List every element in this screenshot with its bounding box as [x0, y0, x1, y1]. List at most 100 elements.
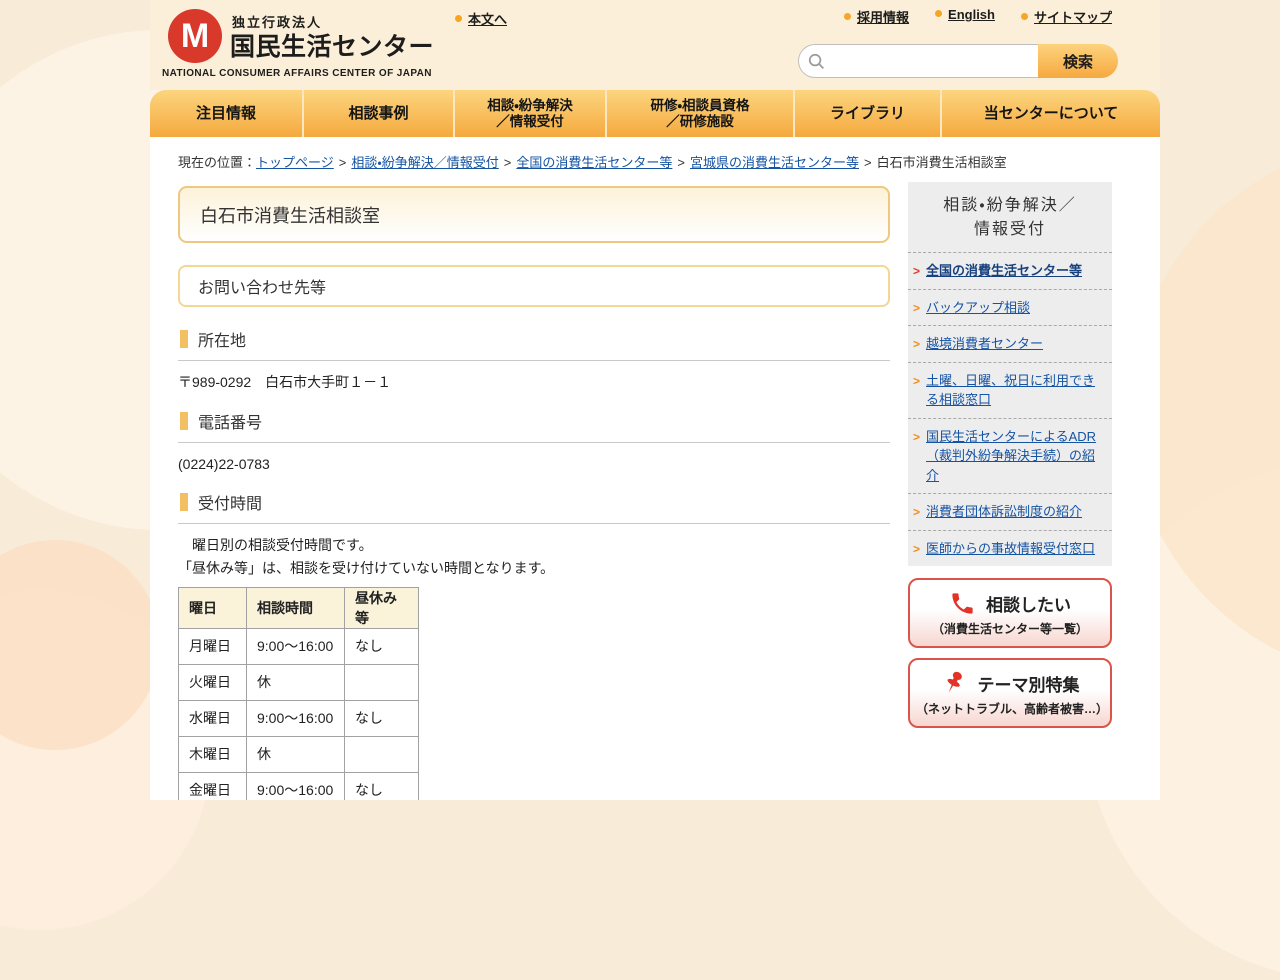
tab-training-qualification[interactable]: 研修・相談員資格 ／研修施設 — [605, 90, 793, 137]
sidebar-item-label[interactable]: 国民生活センターによるADR（裁判外紛争解決手続）の紹介 — [926, 427, 1106, 486]
tab-about-center[interactable]: 当センターについて — [940, 90, 1160, 137]
sidebar-item-cross-border[interactable]: > 越境消費者センター — [908, 325, 1112, 362]
breadcrumb-separator: > — [338, 155, 347, 170]
sidebar-item-backup-consultation[interactable]: > バックアップ相談 — [908, 288, 1112, 326]
cell-lunch — [344, 663, 419, 701]
tab-label: 当センターについて — [983, 104, 1119, 122]
table-header-row: 曜日 相談時間 昼休み等 — [178, 586, 419, 629]
banner-title-row: テーマ別特集 — [916, 670, 1104, 697]
table-row: 月曜日 9:00～16:00 なし — [178, 627, 419, 665]
sidebar: 相談・紛争解決／ 情報受付 > 全国の消費生活センター等 > バックアップ相談 … — [908, 182, 1112, 728]
breadcrumb-link-national-centers[interactable]: 全国の消費生活センター等 — [516, 155, 672, 170]
phone-section-heading: 電話番号 — [178, 409, 890, 443]
sidebar-item-label[interactable]: 全国の消費生活センター等 — [926, 261, 1082, 281]
chevron-icon: > — [913, 373, 921, 388]
hours-section-heading: 受付時間 — [178, 490, 890, 525]
utility-links: 採用情報 English サイトマップ — [844, 7, 1112, 26]
tab-label: 相談・紛争解決 ／情報受付 — [487, 97, 573, 129]
sidebar-item-label[interactable]: 土曜、日曜、祝日に利用できる相談窓口 — [926, 371, 1106, 410]
org-name-en-label: NATIONAL CONSUMER AFFAIRS CENTER OF JAPA… — [162, 68, 432, 79]
cell-time: 休 — [246, 663, 345, 701]
sidebar-item-label[interactable]: 消費者団体訴訟制度の紹介 — [926, 502, 1082, 522]
chevron-icon: > — [913, 429, 921, 444]
skip-to-content-link[interactable]: 本文へ — [455, 9, 507, 28]
banner-theme-title: テーマ別特集 — [977, 676, 1080, 695]
breadcrumb-separator: > — [503, 155, 512, 170]
breadcrumb-separator: > — [864, 155, 872, 170]
banner-theme-features[interactable]: テーマ別特集 （ネットトラブル、高齢者被害…） — [908, 658, 1112, 728]
skip-link-label: 本文へ — [468, 12, 508, 27]
sidebar-item-doctor-accident-report[interactable]: > 医師からの事故情報受付窓口 — [908, 529, 1112, 567]
search-button[interactable]: 検索 — [1038, 44, 1118, 78]
page-column: M 独立行政法人 国民生活センター NATIONAL CONSUMER AFFA… — [150, 0, 1160, 800]
tab-case-examples[interactable]: 相談事例 — [302, 90, 453, 137]
sidebar-item-consumer-group-litigation[interactable]: > 消費者団体訴訟制度の紹介 — [908, 493, 1112, 530]
sidebar-item-national-centers[interactable]: > 全国の消費生活センター等 — [908, 252, 1112, 289]
table-row: 水曜日 9:00～16:00 なし — [178, 699, 419, 737]
site-search: 検索 — [798, 44, 1118, 78]
col-header-time: 相談時間 — [246, 586, 345, 629]
breadcrumb-link-miyagi-centers[interactable]: 宮城県の消費生活センター等 — [690, 155, 859, 170]
pushpin-icon — [947, 671, 962, 693]
search-input[interactable] — [831, 46, 1031, 76]
sidebar-item-adr[interactable]: > 国民生活センターによるADR（裁判外紛争解決手続）の紹介 — [908, 417, 1112, 494]
cell-lunch: なし — [344, 699, 419, 737]
site-logo[interactable]: M 独立行政法人 国民生活センター NATIONAL CONSUMER AFFA… — [162, 6, 462, 86]
breadcrumb-link-home[interactable]: トップページ — [256, 155, 334, 170]
sidebar-item-label[interactable]: バックアップ相談 — [926, 298, 1030, 318]
tab-label: ライブラリ — [829, 104, 905, 122]
reception-hours-table: 曜日 相談時間 昼休み等 月曜日 9:00～16:00 なし 火曜日 休 水曜日… — [178, 586, 419, 800]
contact-heading: お問い合わせ先等 — [178, 265, 890, 307]
banner-consult[interactable]: 相談したい （消費生活センター等一覧） — [908, 578, 1112, 648]
address-section-heading: 所在地 — [178, 327, 890, 361]
section-marker-icon — [180, 330, 188, 348]
sitemap-link[interactable]: サイトマップ — [1020, 7, 1112, 26]
tab-consultation-dispute[interactable]: 相談・紛争解決 ／情報受付 — [453, 90, 605, 137]
hours-heading-label: 受付時間 — [198, 496, 263, 514]
page-title: 白石市消費生活相談室 — [178, 186, 890, 243]
cell-time: 9:00～16:00 — [246, 699, 345, 737]
breadcrumb-prefix: 現在の位置： — [178, 155, 257, 170]
bullet-icon — [844, 13, 852, 20]
english-link-label: English — [948, 7, 995, 22]
sitemap-link-label: サイトマップ — [1033, 10, 1112, 25]
sidebar-item-label[interactable]: 医師からの事故情報受付窓口 — [926, 539, 1095, 559]
banner-theme-subtitle: （ネットトラブル、高齢者被害…） — [916, 702, 1109, 716]
cell-day: 月曜日 — [178, 627, 247, 665]
col-header-lunch: 昼休み等 — [344, 586, 419, 629]
logo-mark-icon: M — [168, 9, 222, 63]
phone-icon — [952, 593, 973, 614]
sidebar-item-label[interactable]: 越境消費者センター — [926, 334, 1043, 354]
chevron-icon: > — [913, 505, 921, 519]
chevron-icon: > — [913, 300, 921, 315]
breadcrumb-link-consultation[interactable]: 相談・紛争解決／情報受付 — [351, 155, 498, 170]
sidebar-item-weekend-holiday[interactable]: > 土曜、日曜、祝日に利用できる相談窓口 — [908, 361, 1112, 418]
chevron-icon: > — [913, 337, 921, 351]
cell-lunch — [344, 735, 419, 773]
sidebar-menu: 相談・紛争解決／ 情報受付 > 全国の消費生活センター等 > バックアップ相談 … — [908, 182, 1112, 566]
tab-library[interactable]: ライブラリ — [793, 90, 940, 137]
main-content: 現在の位置：トップページ > 相談・紛争解決／情報受付 > 全国の消費生活センター等 > 宮… — [150, 137, 1160, 800]
table-row: 火曜日 休 — [178, 663, 419, 701]
global-nav: 注目情報 相談事例 相談・紛争解決 ／情報受付 研修・相談員資格 ／研修施設 ラ… — [150, 90, 1160, 137]
bullet-icon — [455, 15, 462, 22]
cell-day: 金曜日 — [178, 771, 247, 800]
hours-notes: 曜日別の相談受付時間です。 「昼休み等」は、相談を受け付けていない時間となります… — [178, 537, 555, 576]
cell-lunch: なし — [344, 771, 419, 800]
banner-consult-subtitle: （消費生活センター等一覧） — [931, 622, 1088, 636]
recruit-link[interactable]: 採用情報 — [844, 7, 909, 26]
chevron-icon: > — [913, 264, 921, 278]
tab-label: 研修・相談員資格 ／研修施設 — [650, 97, 750, 129]
article-column: 白石市消費生活相談室 お問い合わせ先等 所在地 〒989-0292 白石市大手町… — [178, 186, 890, 800]
address-value: 〒989-0292 白石市大手町１－１ — [178, 374, 392, 390]
cell-day: 木曜日 — [178, 735, 247, 773]
sidebar-title: 相談・紛争解決／ 情報受付 — [943, 197, 1077, 238]
phone-value: (0224)22-0783 — [178, 455, 270, 472]
address-heading-label: 所在地 — [198, 333, 247, 350]
phone-heading-label: 電話番号 — [198, 414, 263, 432]
org-name-label: 国民生活センター — [230, 33, 435, 61]
col-header-day: 曜日 — [178, 586, 247, 629]
english-link[interactable]: English — [935, 7, 995, 26]
tab-notable-info[interactable]: 注目情報 — [150, 90, 302, 137]
search-field-wrap — [798, 44, 1038, 78]
